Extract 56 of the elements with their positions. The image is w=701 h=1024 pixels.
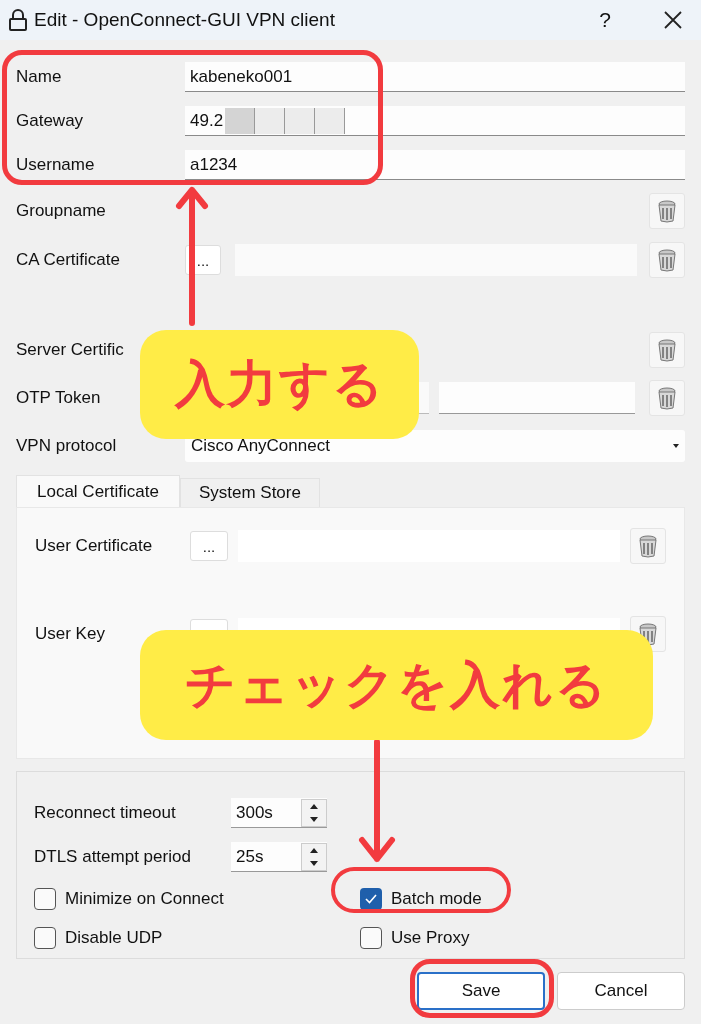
checkbox-label: Use Proxy — [391, 926, 470, 949]
clear-button[interactable] — [649, 193, 685, 229]
window-title: Edit - OpenConnect-GUI VPN client — [34, 7, 335, 32]
save-button[interactable]: Save — [417, 972, 545, 1010]
spin-box[interactable]: 300s — [231, 798, 327, 828]
field-label: CA Certificate — [16, 249, 121, 272]
field-label: User Certificate — [35, 535, 154, 558]
trash-icon — [637, 534, 659, 558]
input-field[interactable]: 49.2 — [185, 106, 685, 136]
clear-button[interactable] — [649, 332, 685, 368]
checkbox[interactable] — [360, 887, 382, 910]
spin-value: 300s — [236, 801, 274, 824]
input-field[interactable]: kabeneko001 — [185, 62, 685, 92]
field-label: Gateway — [16, 110, 85, 133]
spin-arrows-icon[interactable] — [301, 842, 327, 871]
input-field[interactable] — [439, 382, 635, 414]
field-value: 49.2 — [190, 109, 224, 132]
trash-icon — [656, 386, 678, 410]
browse-button[interactable]: ... — [190, 531, 228, 561]
help-button[interactable]: ? — [585, 4, 625, 36]
spin-box[interactable]: 25s — [231, 842, 327, 872]
callout-tooltip: 入力する — [140, 330, 419, 439]
field-value: kabeneko001 — [190, 65, 293, 88]
checkbox[interactable] — [34, 926, 56, 949]
tab[interactable]: Local Certificate — [16, 475, 180, 507]
field-label: Username — [16, 154, 96, 177]
trash-icon — [656, 338, 678, 362]
field-label: User Key — [35, 623, 106, 646]
checkbox-label: Disable UDP — [65, 926, 163, 949]
clear-button[interactable] — [649, 380, 685, 416]
field-label: VPN protocol — [16, 435, 118, 458]
tab[interactable]: System Store — [179, 478, 320, 507]
input-field[interactable]: a1234 — [185, 150, 685, 180]
field-label: Reconnect timeout — [34, 802, 177, 825]
trash-icon — [656, 199, 678, 223]
field-label: OTP Token — [16, 387, 102, 410]
trash-icon — [656, 248, 678, 272]
checkbox[interactable] — [360, 926, 382, 949]
field-label: Server Certific — [16, 339, 125, 362]
checkbox-label: Batch mode — [391, 887, 482, 910]
check-icon — [364, 892, 378, 905]
clear-button[interactable] — [649, 242, 685, 278]
dropdown-arrow-icon — [673, 444, 679, 448]
close-icon — [664, 11, 682, 29]
field-label: Groupname — [16, 200, 107, 223]
cancel-button[interactable]: Cancel — [557, 972, 685, 1010]
field-label: Name — [16, 66, 63, 89]
spin-arrows-icon[interactable] — [301, 798, 327, 827]
clear-button[interactable] — [630, 528, 666, 564]
checkbox[interactable] — [34, 887, 56, 910]
field-value: a1234 — [190, 153, 238, 176]
field-label: DTLS attempt period — [34, 846, 192, 869]
lock-icon — [8, 9, 28, 31]
callout-tooltip: チェックを入れる — [140, 630, 653, 740]
checkbox-label: Minimize on Connect — [65, 887, 224, 910]
spin-value: 25s — [236, 845, 265, 868]
